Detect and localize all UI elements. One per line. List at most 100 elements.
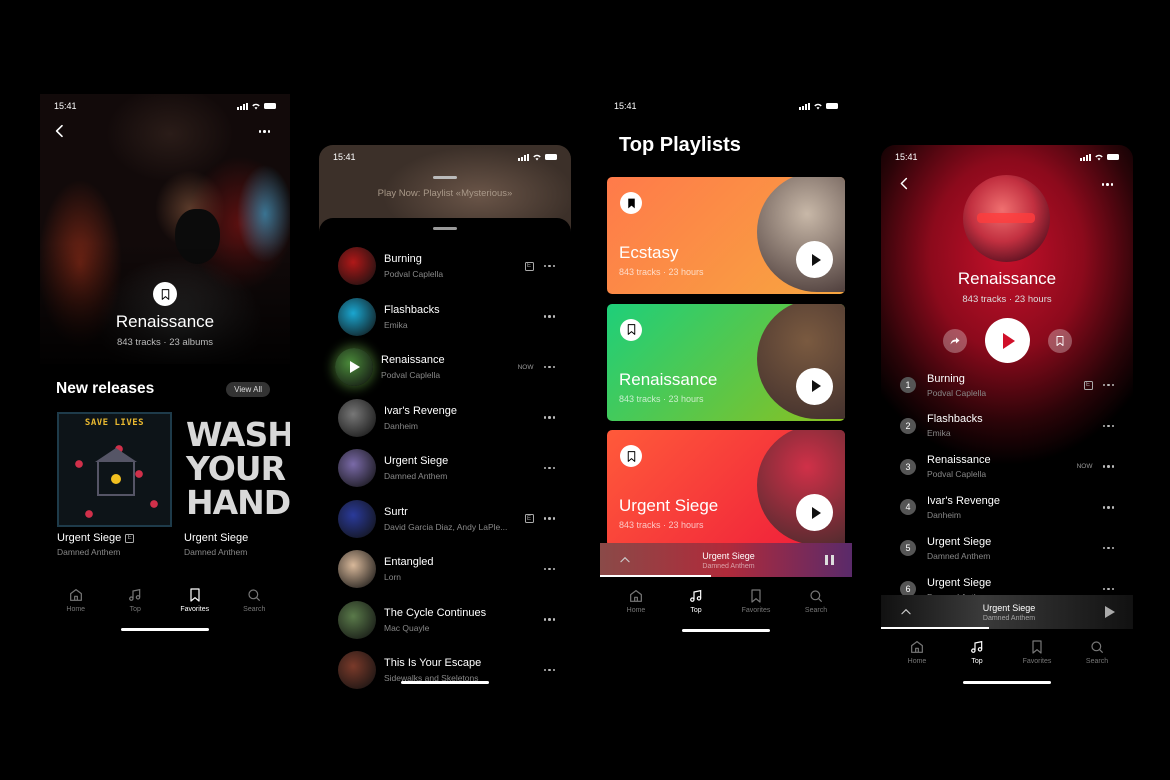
expand-icon[interactable] <box>618 553 632 567</box>
tab-label: Favorites <box>741 607 771 614</box>
release-title: Urgent Siege <box>184 532 249 544</box>
explicit-badge: E <box>524 514 534 523</box>
bookmark-button[interactable] <box>620 192 642 214</box>
more-options-button[interactable] <box>543 567 555 571</box>
more-options-button[interactable] <box>258 130 270 133</box>
more-options-button[interactable] <box>543 517 555 520</box>
track-row[interactable]: 3 Renaissance Podval Caplella NOW <box>900 447 1114 487</box>
mini-player[interactable]: Urgent Siege Damned Anthem <box>600 543 852 577</box>
track-row[interactable]: Flashbacks Emika <box>319 292 571 342</box>
track-cover <box>338 297 376 336</box>
playlist-card[interactable]: Urgent Siege 843 tracks · 23 hours <box>607 430 845 547</box>
play-button[interactable] <box>796 494 833 531</box>
release-card[interactable]: WASH YOUR HANDS Urgent Siege Damned Anth… <box>184 412 290 557</box>
tab-top[interactable]: Top <box>670 588 722 614</box>
play-button[interactable] <box>984 318 1030 363</box>
tab-search[interactable]: Search <box>790 588 842 614</box>
sheet-drag-handle[interactable] <box>433 227 457 230</box>
tab-favorites[interactable]: Favorites <box>730 588 782 614</box>
play-button[interactable] <box>796 367 833 405</box>
track-row[interactable]: 5 Urgent Siege Damned Anthem <box>900 528 1114 568</box>
more-options-button[interactable] <box>1102 546 1114 550</box>
track-row[interactable]: Burning Podval Caplella E <box>319 241 571 291</box>
track-title: Burning <box>927 372 965 385</box>
more-options-button[interactable] <box>543 315 555 318</box>
track-row[interactable]: 1 Burning Podval Caplella E <box>900 365 1114 405</box>
track-title: Renaissance <box>381 354 445 366</box>
mini-player[interactable]: Urgent Siege Damned Anthem <box>881 595 1133 629</box>
playlist-card[interactable]: Renaissance 843 tracks · 23 hours <box>607 303 845 421</box>
track-row[interactable]: Renaissance Podval Caplella NOW <box>319 342 571 392</box>
track-artist: Podval Caplella <box>927 387 987 398</box>
home-icon <box>909 639 925 655</box>
wifi-icon <box>251 102 261 111</box>
tab-top[interactable]: Top <box>951 639 1003 665</box>
tab-favorites[interactable]: Favorites <box>169 587 221 613</box>
cover-text: WASH <box>186 415 290 454</box>
bookmark-button[interactable] <box>620 318 642 341</box>
bookmark-button[interactable] <box>153 282 177 306</box>
release-cover: WASH YOUR HANDS <box>184 412 290 527</box>
more-options-button[interactable] <box>543 466 555 470</box>
release-card[interactable]: SAVE LIVES Urgent Siege E Damned Anthem <box>57 412 172 557</box>
play-button[interactable] <box>1104 606 1115 618</box>
back-icon[interactable] <box>52 123 68 139</box>
track-row[interactable]: Surtr David Garcia Diaz, Andy LaPle... E <box>319 494 571 544</box>
track-artist: Mac Quayle <box>384 622 430 633</box>
track-title: Surtr <box>384 505 408 518</box>
playlist-meta: 843 tracks · 23 hours <box>962 294 1052 305</box>
tab-favorites[interactable]: Favorites <box>1011 639 1063 665</box>
battery-icon <box>826 103 838 109</box>
track-artist: Danheim <box>927 509 962 520</box>
play-icon <box>811 253 821 266</box>
track-title: Urgent Siege <box>927 576 992 589</box>
bookmark-button[interactable] <box>620 445 642 467</box>
track-row[interactable]: Urgent Siege Damned Anthem <box>319 443 571 493</box>
mini-player-artist: Damned Anthem <box>702 562 755 570</box>
track-row[interactable]: Ivar's Revenge Danheim <box>319 393 571 443</box>
tab-bar: Home Top Favorites Search <box>881 639 1133 665</box>
more-options-button[interactable] <box>1102 587 1114 591</box>
bookmark-icon <box>625 450 638 463</box>
track-row[interactable]: Entangled Lorn <box>319 544 571 594</box>
more-options-button[interactable] <box>1102 506 1114 509</box>
more-options-button[interactable] <box>1102 465 1114 468</box>
back-icon[interactable] <box>897 176 912 191</box>
more-options-button[interactable] <box>543 668 555 672</box>
more-options-button[interactable] <box>1101 183 1113 186</box>
play-button[interactable] <box>796 241 833 278</box>
track-row[interactable]: The Cycle Continues Mac Quayle <box>319 595 571 645</box>
drag-handle[interactable] <box>433 176 457 179</box>
tab-home[interactable]: Home <box>891 639 943 665</box>
track-row[interactable]: 4 Ivar's Revenge Danheim <box>900 487 1114 527</box>
progress-bar[interactable] <box>881 627 990 629</box>
playlist-card[interactable]: Ecstasy 843 tracks · 23 hours <box>607 177 845 294</box>
play-icon <box>350 361 360 373</box>
more-options-button[interactable] <box>543 365 555 369</box>
search-icon <box>246 587 262 603</box>
track-row[interactable]: 2 Flashbacks Emika <box>900 406 1114 446</box>
bookmark-button[interactable] <box>1047 328 1072 353</box>
track-title: Flashbacks <box>384 303 440 316</box>
tab-search[interactable]: Search <box>1071 639 1123 665</box>
progress-bar[interactable] <box>600 575 711 577</box>
track-title: The Cycle Continues <box>384 606 487 619</box>
more-options-button[interactable] <box>543 618 555 621</box>
tab-top[interactable]: Top <box>109 587 161 613</box>
share-button[interactable] <box>942 328 967 353</box>
release-artist: Damned Anthem <box>184 547 248 557</box>
view-all-button[interactable]: View All <box>226 381 270 397</box>
pause-button[interactable] <box>824 555 834 565</box>
music-note-icon <box>127 587 143 603</box>
tab-label: Favorites <box>1022 658 1052 665</box>
tab-search[interactable]: Search <box>228 587 280 613</box>
more-options-button[interactable] <box>1102 383 1114 387</box>
expand-icon[interactable] <box>899 605 913 619</box>
playlist-detail-screen: 15:41 Renaissance 843 tracks · 23 hours … <box>881 145 1133 690</box>
more-options-button[interactable] <box>543 416 555 419</box>
tab-home[interactable]: Home <box>50 587 102 613</box>
tab-home[interactable]: Home <box>610 588 662 614</box>
more-options-button[interactable] <box>1102 424 1114 428</box>
more-options-button[interactable] <box>543 264 555 268</box>
track-artist: Lorn <box>384 572 402 582</box>
